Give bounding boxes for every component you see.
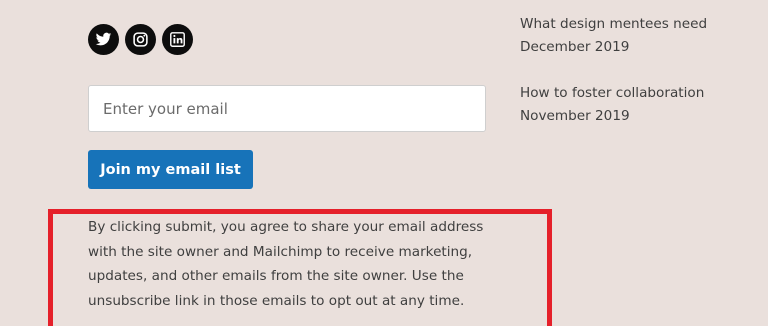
post-link[interactable]: How to foster collaboration bbox=[520, 82, 760, 105]
post-item: What design mentees need December 2019 bbox=[520, 13, 760, 59]
linkedin-icon bbox=[169, 31, 186, 48]
join-email-list-button[interactable]: Join my email list bbox=[88, 150, 253, 189]
post-link[interactable]: What design mentees need bbox=[520, 13, 760, 36]
email-input[interactable] bbox=[88, 85, 486, 132]
post-item: How to foster collaboration November 201… bbox=[520, 82, 760, 128]
linkedin-link[interactable] bbox=[162, 24, 193, 55]
twitter-icon bbox=[95, 31, 112, 48]
consent-notice: By clicking submit, you agree to share y… bbox=[88, 219, 484, 309]
social-links bbox=[88, 24, 193, 55]
instagram-link[interactable] bbox=[125, 24, 156, 55]
recent-posts: What design mentees need December 2019 H… bbox=[520, 13, 760, 151]
twitter-link[interactable] bbox=[88, 24, 119, 55]
post-date: November 2019 bbox=[520, 108, 630, 124]
instagram-icon bbox=[132, 31, 149, 48]
post-date: December 2019 bbox=[520, 39, 630, 55]
